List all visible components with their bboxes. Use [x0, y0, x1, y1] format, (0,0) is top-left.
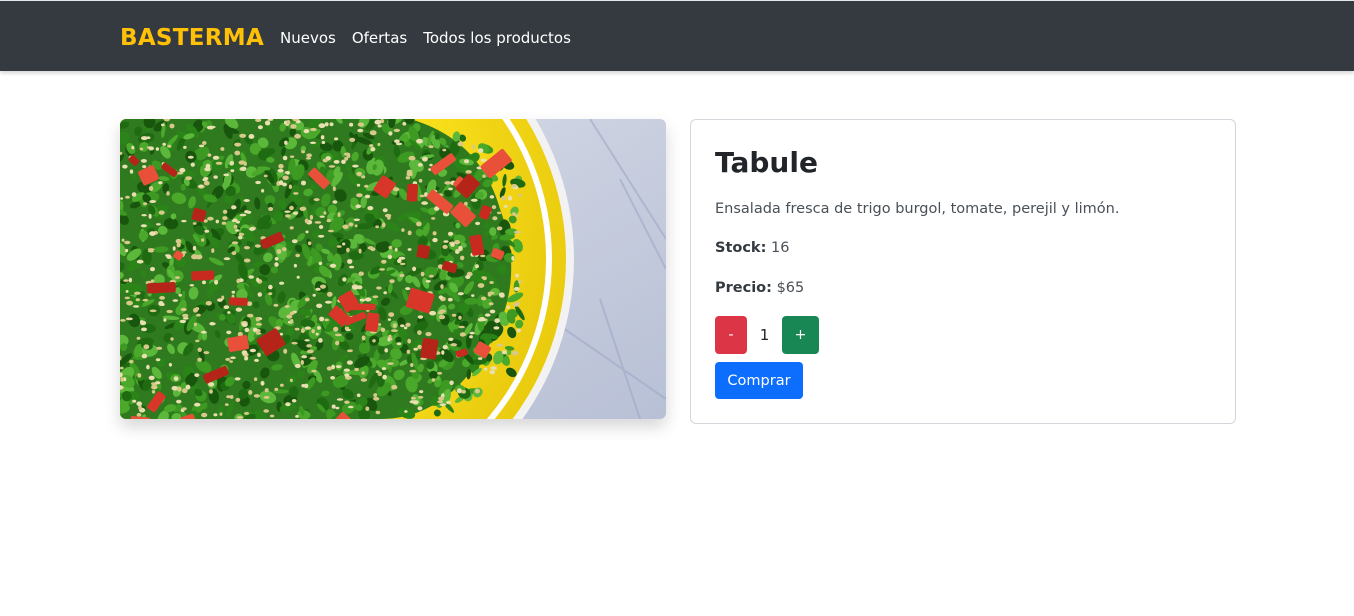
tabbouleh-salad-photo: [120, 119, 666, 419]
price-label: Precio:: [715, 280, 772, 296]
nav-link-ofertas[interactable]: Ofertas: [352, 28, 407, 48]
product-description: Ensalada fresca de trigo burgol, tomate,…: [715, 201, 1120, 217]
nav-links: Nuevos Ofertas Todos los productos: [280, 28, 587, 48]
product-image: [120, 119, 666, 419]
decrement-button[interactable]: -: [715, 316, 747, 354]
increment-button[interactable]: +: [782, 316, 819, 354]
stock-label: Stock:: [715, 240, 767, 256]
nav-link-todos-los-productos[interactable]: Todos los productos: [423, 28, 571, 48]
product-title: Tabule: [715, 146, 818, 179]
navbar: BASTERMA Nuevos Ofertas Todos los produc…: [0, 0, 1354, 71]
price-value: $65: [776, 280, 805, 296]
brand-logo[interactable]: BASTERMA: [120, 23, 264, 53]
nav-link-nuevos[interactable]: Nuevos: [280, 28, 336, 48]
quantity-stepper: - 1 +: [715, 316, 819, 354]
stock-line: Stock: 16: [715, 238, 789, 258]
buy-button[interactable]: Comprar: [715, 362, 803, 399]
product-info-card: Tabule Ensalada fresca de trigo burgol, …: [690, 119, 1236, 424]
stock-value: 16: [770, 240, 790, 256]
price-line: Precio: $65: [715, 278, 804, 298]
quantity-value: 1: [759, 326, 770, 344]
